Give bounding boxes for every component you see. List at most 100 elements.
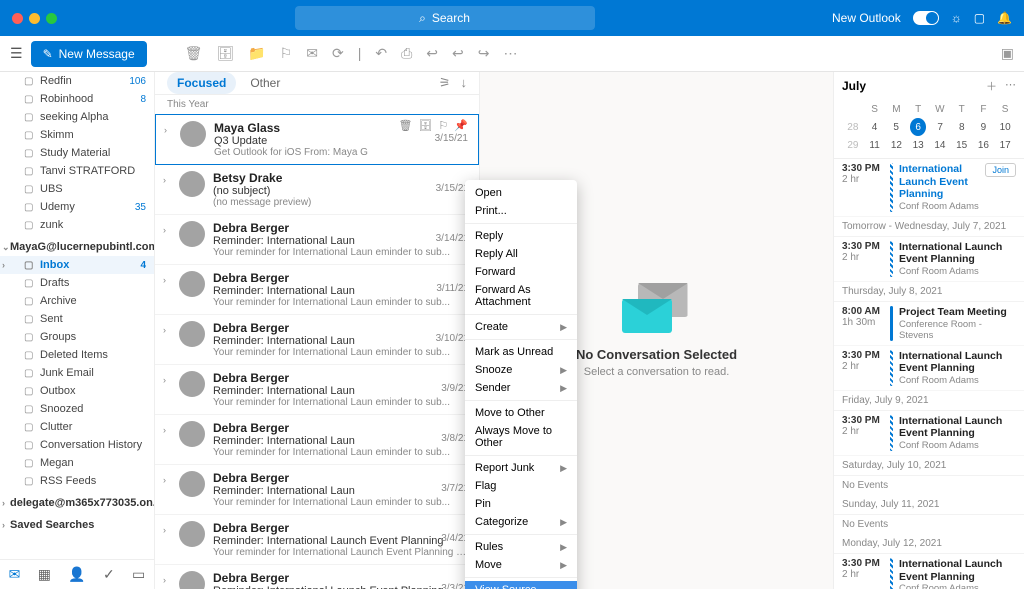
menu-item[interactable]: Move to Other (465, 404, 577, 422)
menu-item[interactable]: Flag (465, 477, 577, 495)
menu-item[interactable]: Forward (465, 263, 577, 281)
sidebar-folder[interactable]: ▢UBS (0, 180, 154, 198)
menu-item[interactable]: Forward As Attachment (465, 281, 577, 311)
message-row[interactable]: › Debra Berger Reminder: International L… (155, 415, 479, 465)
reply-all-icon[interactable]: ↩ (452, 45, 464, 62)
calendar-day[interactable]: 16 (973, 136, 995, 154)
sidebar-folder[interactable]: ▢Junk Email (0, 364, 154, 382)
chevron-right-icon[interactable]: › (163, 421, 171, 458)
people-nav-icon[interactable]: 👤 (68, 566, 85, 583)
move-icon[interactable]: 📁 (248, 45, 265, 62)
calendar-day[interactable]: 12 (886, 136, 908, 154)
calendar-day[interactable]: 6 (910, 118, 926, 136)
megaphone-icon[interactable]: ▢ (974, 11, 985, 25)
agenda-event[interactable]: 3:30 PM2 hr International Launch Event P… (834, 159, 1024, 217)
calendar-more-icon[interactable]: ⋯ (1005, 78, 1016, 94)
filter-icon[interactable]: ⚞ (439, 75, 451, 91)
sidebar-folder[interactable]: ▢Deleted Items (0, 346, 154, 364)
message-row[interactable]: › Debra Berger Reminder: International L… (155, 215, 479, 265)
chevron-right-icon[interactable]: › (163, 571, 171, 589)
chevron-right-icon[interactable]: › (163, 321, 171, 358)
sidebar-folder[interactable]: ▢RSS Feeds (0, 472, 154, 490)
sidebar-folder[interactable]: ▢Megan (0, 454, 154, 472)
close-window-icon[interactable] (12, 13, 23, 24)
sidebar-folder[interactable]: ▢seeking Alpha (0, 108, 154, 126)
sidebar-folder[interactable]: ▢Outbox (0, 382, 154, 400)
menu-item[interactable]: Snooze▶ (465, 361, 577, 379)
panel-toggle-icon[interactable]: ▣ (1001, 45, 1014, 62)
calendar-day[interactable]: 9 (973, 118, 995, 136)
window-controls[interactable] (12, 13, 57, 24)
calendar-day[interactable]: 5 (885, 118, 907, 136)
sidebar-folder[interactable]: ▢Skimm (0, 126, 154, 144)
menu-item[interactable]: Print... (465, 202, 577, 220)
sidebar-section[interactable]: ›delegate@m365x773035.on... (0, 494, 154, 512)
mini-calendar[interactable]: SMTWTFS28456789102911121314151617 (834, 100, 1024, 158)
menu-item[interactable]: View Source (465, 581, 577, 589)
new-outlook-toggle[interactable] (913, 11, 939, 25)
sidebar-folder[interactable]: ▢Robinhood8 (0, 90, 154, 108)
notes-nav-icon[interactable]: ▭ (132, 566, 145, 583)
sidebar-folder[interactable]: ▢Clutter (0, 418, 154, 436)
calendar-day[interactable]: 13 (907, 136, 929, 154)
sidebar-folder[interactable]: ▢Drafts (0, 274, 154, 292)
sync-icon[interactable]: ⟳ (332, 45, 344, 62)
mail-nav-icon[interactable]: ✉ (9, 566, 21, 583)
message-row[interactable]: › Debra Berger Reminder: International L… (155, 565, 479, 589)
new-message-button[interactable]: ✎ New Message (31, 41, 147, 67)
message-row[interactable]: › Debra Berger Reminder: International L… (155, 365, 479, 415)
menu-item[interactable]: Reply (465, 227, 577, 245)
delete-icon[interactable]: 🗑 (398, 119, 412, 132)
menu-item[interactable]: Create▶ (465, 318, 577, 336)
flag-icon[interactable]: ⚐ (438, 119, 448, 132)
join-button[interactable]: Join (985, 163, 1016, 177)
tab-other[interactable]: Other (240, 72, 290, 94)
agenda-event[interactable]: 3:30 PM2 hr International Launch Event P… (834, 346, 1024, 391)
message-row[interactable]: › Debra Berger Reminder: International L… (155, 315, 479, 365)
undo-icon[interactable]: ↶ (375, 45, 387, 62)
sidebar-folder[interactable]: ▢Snoozed (0, 400, 154, 418)
calendar-day[interactable]: 11 (864, 136, 886, 154)
menu-item[interactable]: Reply All (465, 245, 577, 263)
forward-icon[interactable]: ↪ (478, 45, 490, 62)
flag-icon[interactable]: ⚐ (280, 45, 293, 62)
pin-icon[interactable]: 📌 (454, 119, 468, 132)
agenda-event[interactable]: 8:00 AM1h 30m Project Team MeetingConfer… (834, 302, 1024, 346)
agenda-event[interactable]: 3:30 PM2 hr International Launch Event P… (834, 411, 1024, 456)
chevron-right-icon[interactable]: › (163, 471, 171, 508)
menu-item[interactable]: Always Move to Other (465, 422, 577, 452)
minimize-window-icon[interactable] (29, 13, 40, 24)
reply-icon[interactable]: ↩ (426, 45, 438, 62)
sidebar-folder[interactable]: ▢Sent (0, 310, 154, 328)
search-input[interactable]: ⌕ Search (295, 6, 595, 30)
menu-item[interactable]: Open (465, 184, 577, 202)
tasks-nav-icon[interactable]: ✓ (103, 566, 115, 583)
message-row[interactable]: › Debra Berger Reminder: International L… (155, 465, 479, 515)
sidebar-account[interactable]: ⌄MayaG@lucernepubintl.com (0, 238, 154, 256)
calendar-day[interactable]: 28 (842, 118, 864, 136)
sidebar-folder[interactable]: ▢Groups (0, 328, 154, 346)
calendar-day[interactable]: 8 (951, 118, 973, 136)
chevron-right-icon[interactable]: › (163, 371, 171, 408)
calendar-day[interactable]: 7 (929, 118, 951, 136)
menu-item[interactable]: Categorize▶ (465, 513, 577, 531)
read-icon[interactable]: ✉ (306, 45, 318, 62)
sort-icon[interactable]: ↓ (461, 75, 468, 91)
sidebar-folder[interactable]: ▢zunk (0, 216, 154, 234)
chevron-right-icon[interactable]: › (163, 221, 171, 258)
message-row[interactable]: › Debra Berger Reminder: International L… (155, 265, 479, 315)
sidebar-folder[interactable]: ▢Tanvi STRATFORD (0, 162, 154, 180)
chevron-right-icon[interactable]: › (163, 171, 171, 208)
agenda-event[interactable]: 3:30 PM2 hr International Launch Event P… (834, 237, 1024, 282)
menu-item[interactable]: Mark as Unread (465, 343, 577, 361)
calendar-day[interactable]: 15 (951, 136, 973, 154)
more-icon[interactable]: ⋯ (503, 45, 517, 62)
archive-icon[interactable]: 🗄 (216, 45, 234, 62)
print-icon[interactable]: ⎙ (401, 45, 412, 62)
menu-item[interactable]: Report Junk▶ (465, 459, 577, 477)
calendar-day[interactable]: 4 (864, 118, 886, 136)
chevron-right-icon[interactable]: › (163, 271, 171, 308)
menu-item[interactable]: Pin (465, 495, 577, 513)
message-row[interactable]: › Maya Glass Q3 UpdateGet Outlook for iO… (155, 114, 479, 165)
calendar-day[interactable]: 10 (994, 118, 1016, 136)
